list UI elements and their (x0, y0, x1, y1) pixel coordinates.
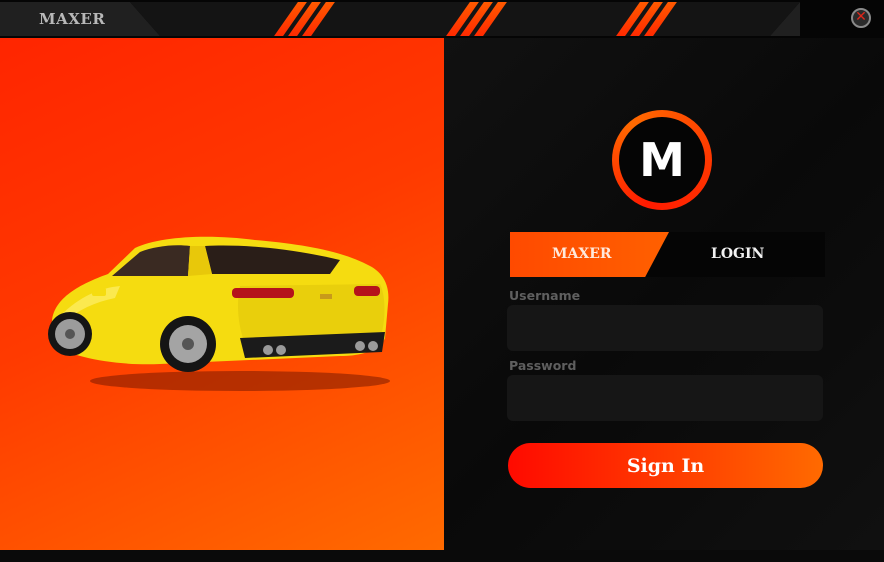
bottom-strip (0, 550, 884, 562)
stripe-decoration (274, 2, 338, 36)
tab-maxer-label[interactable]: MAXER (552, 246, 612, 262)
close-button[interactable]: ✕ (851, 8, 871, 28)
stripe-decoration (616, 2, 680, 36)
tab-login[interactable]: LOGIN (711, 246, 764, 262)
stripe-decoration (446, 2, 510, 36)
username-label: Username (509, 288, 581, 303)
car-tail-light-left (232, 288, 294, 298)
username-field[interactable] (507, 305, 823, 351)
car-shadow (90, 371, 390, 391)
car-badge (320, 294, 332, 299)
sign-in-button[interactable]: Sign In (508, 443, 823, 488)
car-wheel-hub (65, 329, 75, 339)
password-label: Password (509, 358, 577, 373)
car-tail-light-right (354, 286, 380, 296)
login-window: MAXER ✕ M MAXER LOGIN Username Password … (0, 0, 884, 562)
close-icon: ✕ (855, 9, 867, 25)
hero-panel (0, 38, 444, 550)
brand-logo: M (612, 110, 712, 210)
logo-letter: M (619, 117, 705, 203)
sports-car-image (48, 236, 390, 391)
tab-bar: MAXER LOGIN (510, 232, 825, 277)
car-mirror (92, 288, 106, 296)
car-exhaust (276, 345, 286, 355)
car-exhaust (355, 341, 365, 351)
car-exhaust (368, 341, 378, 351)
car-wheel-hub (182, 338, 194, 350)
title-bar[interactable]: MAXER ✕ (0, 0, 884, 38)
car-exhaust (263, 345, 273, 355)
app-title: MAXER (39, 10, 106, 28)
password-field[interactable] (507, 375, 823, 421)
login-panel: M MAXER LOGIN Username Password Sign In (444, 38, 884, 550)
